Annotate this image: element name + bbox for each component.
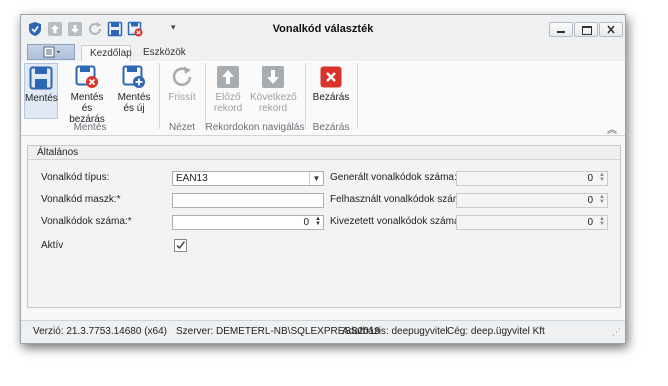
app-menu-icon [43,46,60,58]
issued-count-value: 0 [587,217,593,228]
generated-count-value: 0 [587,173,593,184]
next-label-line2: rekord [258,103,288,114]
barcode-type-label: Vonalkód típus: [41,172,110,183]
ribbon: Mentés Mentés és bezárás Mentés és új Fr… [21,61,625,136]
used-count-value: 0 [587,195,593,206]
collapse-ribbon-icon[interactable]: ︽ [607,121,617,136]
save-new-label-line1: Mentés [117,92,151,103]
down-arrow-icon [261,65,285,89]
app-window: ▾ Vonalkód választék Kezdőlap Eszközök M… [20,14,626,344]
previous-record-button[interactable]: Előző rekord [212,63,244,114]
barcode-mask-input[interactable] [172,193,324,208]
spinner-icon: ▲ ▼ [599,216,605,227]
active-checkbox[interactable] [174,239,187,252]
barcode-type-select[interactable]: EAN13 ▼ [172,171,324,186]
group-label-save: Mentés [73,122,107,133]
resize-grip-icon[interactable]: ⋰ [612,321,621,343]
generated-count-field: 0 ▲ ▼ [456,171,608,186]
refresh-icon [170,65,194,89]
group-label-navigation: Rekordokon navigálás [205,122,305,133]
ribbon-group-divider [305,63,306,129]
prev-label-line1: Előző [215,92,241,103]
close-window-button[interactable] [599,22,623,37]
save-and-new-button[interactable]: Mentés és új [115,63,153,114]
maximize-icon [582,26,592,35]
minimize-icon [557,31,565,33]
save-button-label: Mentés [25,93,58,104]
dropdown-arrow-icon[interactable]: ▼ [309,172,323,185]
barcode-count-input[interactable]: 0 ▲ ▼ [172,215,324,230]
save-new-icon [122,65,146,89]
barcode-count-value: 0 [303,217,309,228]
used-count-label: Felhasznált vonalkódok száma: [330,194,470,205]
close-red-icon [319,65,343,89]
close-label: Bezárás [312,92,350,103]
minimize-button[interactable] [549,22,573,37]
spinner-icon: ▲ ▼ [599,194,605,205]
general-panel: Általános Vonalkód típus: EAN13 ▼ Vonalk… [27,145,621,308]
save-and-close-button[interactable]: Mentés és bezárás [64,63,110,125]
barcode-mask-label: Vonalkód maszk:* [41,194,121,205]
refresh-label: Frissít [168,92,196,103]
section-header: Általános [28,146,620,160]
tab-tools[interactable]: Eszközök [135,45,194,62]
checkmark-icon [176,241,186,250]
used-count-field: 0 ▲ ▼ [456,193,608,208]
status-company: Cég: deep.ügyvitel Kft [447,326,545,337]
save-button[interactable]: Mentés [24,63,58,119]
status-version: Verzió: 21.3.7753.14680 (x64) [33,326,167,337]
save-new-label-line2: és új [123,103,145,114]
ribbon-tabs: Kezdőlap Eszközök [21,43,625,62]
ribbon-group-divider [205,63,206,129]
group-label-view: Nézet [168,122,196,133]
spinner-icon[interactable]: ▲ ▼ [314,216,322,228]
status-bar: Verzió: 21.3.7753.14680 (x64) Szerver: D… [21,320,625,343]
ribbon-group-divider [357,63,358,129]
generated-count-label: Generált vonalkódok száma: [330,172,457,183]
next-record-button[interactable]: Következő rekord [250,63,297,114]
issued-count-label: Kivezetett vonalkódok száma: [330,216,463,227]
application-menu-button[interactable] [27,44,75,60]
tab-home[interactable]: Kezdőlap [81,45,132,62]
refresh-button[interactable]: Frissít [165,63,199,103]
group-label-close: Bezárás [312,122,350,133]
next-label-line1: Következő [250,92,297,103]
close-icon [607,25,615,34]
save-close-label-line1: Mentés és [70,92,104,114]
save-close-icon [75,65,99,89]
maximize-button[interactable] [574,22,598,37]
spinner-icon: ▲ ▼ [599,172,605,183]
prev-label-line2: rekord [213,103,243,114]
window-title: Vonalkód választék [272,23,374,35]
barcode-count-label: Vonalkódok száma:* [41,216,132,227]
status-database: Adatbázis: deepugyvitel [342,326,448,337]
floppy-disk-icon [29,66,53,90]
barcode-type-value: EAN13 [176,173,208,184]
up-arrow-icon [216,65,240,89]
ribbon-group-divider [159,63,160,129]
close-button[interactable]: Bezárás [311,63,351,103]
issued-count-field: 0 ▲ ▼ [456,215,608,230]
active-label: Aktív [41,240,64,251]
title-bar: ▾ Vonalkód választék [21,15,625,43]
